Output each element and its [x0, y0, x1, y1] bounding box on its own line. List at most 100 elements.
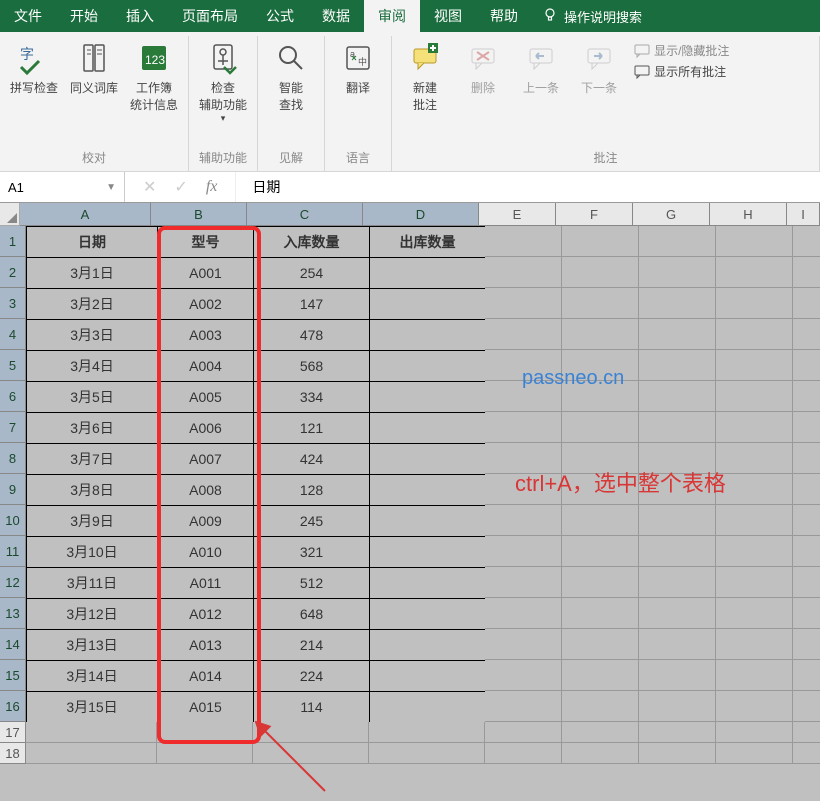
- cell-A2[interactable]: 3月1日: [26, 257, 158, 289]
- row-header-15[interactable]: 15: [0, 660, 26, 691]
- col-header-A[interactable]: A: [20, 203, 151, 226]
- cell-C14[interactable]: 214: [253, 629, 370, 661]
- cell-B9[interactable]: A008: [157, 474, 254, 506]
- cell-A14[interactable]: 3月13日: [26, 629, 158, 661]
- cell-I15[interactable]: [793, 660, 820, 691]
- cell-D7[interactable]: [369, 412, 486, 444]
- cell-F12[interactable]: [562, 567, 639, 598]
- cell-H10[interactable]: [716, 505, 793, 536]
- workbook-stats-button[interactable]: 123 工作簿 统计信息: [126, 38, 182, 115]
- fx-icon[interactable]: fx: [206, 178, 218, 196]
- cell-C7[interactable]: 121: [253, 412, 370, 444]
- cell-A4[interactable]: 3月3日: [26, 319, 158, 351]
- row-header-11[interactable]: 11: [0, 536, 26, 567]
- cell-F3[interactable]: [562, 288, 639, 319]
- cell-C2[interactable]: 254: [253, 257, 370, 289]
- menu-tab-7[interactable]: 视图: [420, 0, 476, 32]
- cell-H12[interactable]: [716, 567, 793, 598]
- cell-A15[interactable]: 3月14日: [26, 660, 158, 692]
- cell-C17[interactable]: [253, 722, 369, 743]
- cell-D11[interactable]: [369, 536, 486, 568]
- cell-F15[interactable]: [562, 660, 639, 691]
- cell-A16[interactable]: 3月15日: [26, 691, 158, 723]
- col-header-E[interactable]: E: [479, 203, 556, 226]
- cell-I13[interactable]: [793, 598, 820, 629]
- row-header-4[interactable]: 4: [0, 319, 26, 350]
- cell-G2[interactable]: [639, 257, 716, 288]
- cell-F7[interactable]: [562, 412, 639, 443]
- cell-E3[interactable]: [485, 288, 562, 319]
- col-header-C[interactable]: C: [247, 203, 363, 226]
- cell-A10[interactable]: 3月9日: [26, 505, 158, 537]
- cell-I3[interactable]: [793, 288, 820, 319]
- cell-A11[interactable]: 3月10日: [26, 536, 158, 568]
- cell-I10[interactable]: [793, 505, 820, 536]
- cell-E10[interactable]: [485, 505, 562, 536]
- cell-C8[interactable]: 424: [253, 443, 370, 475]
- row-header-3[interactable]: 3: [0, 288, 26, 319]
- row-header-12[interactable]: 12: [0, 567, 26, 598]
- row-header-18[interactable]: 18: [0, 743, 26, 764]
- cell-H4[interactable]: [716, 319, 793, 350]
- cell-D4[interactable]: [369, 319, 486, 351]
- menu-tab-4[interactable]: 公式: [252, 0, 308, 32]
- menu-tab-0[interactable]: 文件: [0, 0, 56, 32]
- cell-I18[interactable]: [793, 743, 820, 764]
- cell-G3[interactable]: [639, 288, 716, 319]
- cell-H13[interactable]: [716, 598, 793, 629]
- cell-I2[interactable]: [793, 257, 820, 288]
- cell-E4[interactable]: [485, 319, 562, 350]
- cell-F11[interactable]: [562, 536, 639, 567]
- cell-B10[interactable]: A009: [157, 505, 254, 537]
- cell-H8[interactable]: [716, 443, 793, 474]
- cell-H15[interactable]: [716, 660, 793, 691]
- menu-tab-8[interactable]: 帮助: [476, 0, 532, 32]
- cell-I14[interactable]: [793, 629, 820, 660]
- col-header-D[interactable]: D: [363, 203, 479, 226]
- col-header-I[interactable]: I: [787, 203, 820, 226]
- row-header-8[interactable]: 8: [0, 443, 26, 474]
- cell-B13[interactable]: A012: [157, 598, 254, 630]
- cell-I8[interactable]: [793, 443, 820, 474]
- cell-E12[interactable]: [485, 567, 562, 598]
- cell-G4[interactable]: [639, 319, 716, 350]
- cell-G15[interactable]: [639, 660, 716, 691]
- cell-F13[interactable]: [562, 598, 639, 629]
- cell-H1[interactable]: [716, 226, 793, 257]
- cell-D16[interactable]: [369, 691, 486, 723]
- cell-H7[interactable]: [716, 412, 793, 443]
- cell-D18[interactable]: [369, 743, 485, 764]
- cell-G1[interactable]: [639, 226, 716, 257]
- cell-G11[interactable]: [639, 536, 716, 567]
- cell-B8[interactable]: A007: [157, 443, 254, 475]
- cell-D10[interactable]: [369, 505, 486, 537]
- cell-A3[interactable]: 3月2日: [26, 288, 158, 320]
- cell-F16[interactable]: [562, 691, 639, 722]
- thesaurus-button[interactable]: 同义词库: [66, 38, 122, 115]
- cell-I9[interactable]: [793, 474, 820, 505]
- cell-B7[interactable]: A006: [157, 412, 254, 444]
- cell-H3[interactable]: [716, 288, 793, 319]
- cell-C16[interactable]: 114: [253, 691, 370, 723]
- cell-D5[interactable]: [369, 350, 486, 382]
- cell-G17[interactable]: [639, 722, 716, 743]
- cell-A18[interactable]: [26, 743, 157, 764]
- cell-A1[interactable]: 日期: [26, 226, 158, 258]
- cell-E11[interactable]: [485, 536, 562, 567]
- menu-tab-2[interactable]: 插入: [112, 0, 168, 32]
- cell-G5[interactable]: [639, 350, 716, 381]
- cell-I7[interactable]: [793, 412, 820, 443]
- cell-E15[interactable]: [485, 660, 562, 691]
- cell-C18[interactable]: [253, 743, 369, 764]
- name-box[interactable]: A1 ▼: [0, 172, 125, 202]
- cell-D3[interactable]: [369, 288, 486, 320]
- cell-B1[interactable]: 型号: [157, 226, 254, 258]
- cell-C13[interactable]: 648: [253, 598, 370, 630]
- cell-G6[interactable]: [639, 381, 716, 412]
- menu-tab-3[interactable]: 页面布局: [168, 0, 252, 32]
- formula-content[interactable]: 日期: [236, 177, 820, 197]
- cell-B3[interactable]: A002: [157, 288, 254, 320]
- cell-I11[interactable]: [793, 536, 820, 567]
- row-header-2[interactable]: 2: [0, 257, 26, 288]
- cell-H11[interactable]: [716, 536, 793, 567]
